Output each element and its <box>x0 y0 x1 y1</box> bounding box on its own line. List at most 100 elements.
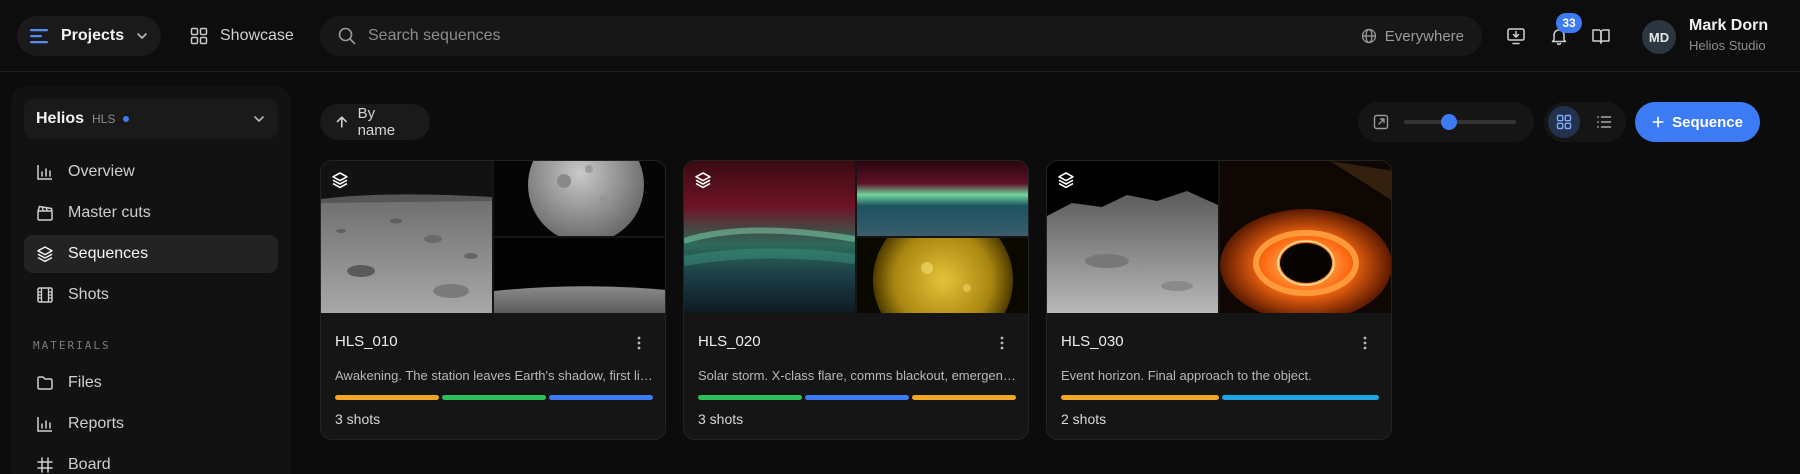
status-bars <box>698 395 1016 400</box>
sidebar-item-sequences[interactable]: Sequences <box>24 235 278 273</box>
view-toggle <box>1544 102 1626 142</box>
card-thumbnails <box>321 161 665 313</box>
card-thumbnails <box>684 161 1028 313</box>
notifications-count-badge: 33 <box>1556 13 1582 33</box>
grid-view-button[interactable] <box>1548 106 1580 138</box>
shot-count: 2 shots <box>1061 411 1107 427</box>
card-description: Event horizon. Final approach to the obj… <box>1061 368 1312 383</box>
layers-icon <box>332 172 348 189</box>
sidebar-item-shots[interactable]: Shots <box>24 276 278 314</box>
list-icon <box>1597 116 1612 128</box>
globe-icon <box>1361 28 1376 44</box>
search-scope-label: Everywhere <box>1384 27 1464 45</box>
shot-count: 3 shots <box>335 411 381 427</box>
list-view-button[interactable] <box>1588 106 1620 138</box>
chevron-down-icon <box>254 116 264 122</box>
sidebar-item-overview[interactable]: Overview <box>24 153 278 191</box>
user-org: Helios Studio <box>1689 38 1766 53</box>
zoom-slider-track[interactable] <box>1404 120 1516 124</box>
card-title: HLS_030 <box>1061 333 1124 350</box>
top-bar: Projects Showcase Everywhere <box>0 0 1800 72</box>
hash-icon <box>37 457 53 473</box>
project-selector[interactable]: Helios HLS <box>24 99 278 139</box>
layers-icon <box>37 246 53 263</box>
more-vertical-icon <box>1000 336 1004 350</box>
more-vertical-icon <box>637 336 641 350</box>
sidebar-item-files[interactable]: Files <box>24 364 278 402</box>
sidebar-item-reports[interactable]: Reports <box>24 405 278 443</box>
card-thumbnails <box>1047 161 1391 313</box>
status-bar-segment <box>912 395 1016 400</box>
search-bar: Everywhere <box>320 16 1482 56</box>
card-menu-button[interactable] <box>629 333 649 353</box>
sidebar-item-label: Overview <box>68 163 135 180</box>
sort-label: By name <box>357 105 396 139</box>
status-bar-segment <box>805 395 909 400</box>
avatar[interactable]: MD <box>1642 20 1676 54</box>
download-monitor-icon <box>1507 28 1525 45</box>
book-open-icon <box>1592 29 1610 44</box>
thumbnail-moon <box>494 161 665 236</box>
chevron-down-icon <box>137 33 147 39</box>
status-bar-segment <box>1061 395 1219 400</box>
user-name: Mark Dorn <box>1689 17 1769 34</box>
external-link-icon[interactable] <box>1372 113 1390 131</box>
grid-icon <box>190 27 208 45</box>
section-label-materials: MATERIALS <box>33 339 111 352</box>
sidebar-item-label: Sequences <box>68 245 149 262</box>
showcase-button[interactable]: Showcase <box>184 16 300 56</box>
projects-label: Projects <box>61 27 125 44</box>
sequence-card[interactable]: HLS_020 Solar storm. X-class flare, comm… <box>683 160 1029 440</box>
card-title: HLS_020 <box>698 333 761 350</box>
sidebar-item-label: Board <box>68 456 111 473</box>
zoom-slider-thumb[interactable] <box>1440 114 1457 130</box>
sidebar-item-master-cuts[interactable]: Master cuts <box>24 194 278 232</box>
card-description: Awakening. The station leaves Earth's sh… <box>335 368 653 383</box>
project-code: HLS <box>92 112 116 126</box>
thumbnail-aurora-horizon <box>857 161 1028 236</box>
showcase-label: Showcase <box>220 27 294 44</box>
status-bar-segment <box>1221 395 1379 400</box>
status-bar-segment <box>335 395 439 400</box>
status-bars <box>335 395 653 400</box>
sidebar-item-label: Files <box>68 374 102 391</box>
clapperboard-icon <box>37 205 53 221</box>
thumbnail-sun <box>857 238 1028 313</box>
thumbnail-black-hole <box>1220 161 1391 313</box>
download-button[interactable] <box>1500 20 1532 52</box>
new-sequence-button[interactable]: Sequence <box>1635 102 1760 142</box>
card-title: HLS_010 <box>335 333 398 350</box>
project-name: Helios <box>36 110 85 127</box>
status-bar-segment <box>549 395 653 400</box>
film-icon <box>37 287 53 303</box>
search-icon <box>338 27 356 45</box>
new-sequence-label: Sequence <box>1672 113 1743 131</box>
bar-chart-icon <box>37 165 52 180</box>
sort-button[interactable]: By name <box>320 104 430 140</box>
sequence-card[interactable]: HLS_030 Event horizon. Final approach to… <box>1046 160 1392 440</box>
card-description: Solar storm. X-class flare, comms blacko… <box>698 368 1016 383</box>
arrow-up-icon <box>336 116 347 128</box>
sidebar-item-board[interactable]: Board <box>24 446 278 474</box>
sidebar-item-label: Reports <box>68 415 125 432</box>
status-bars <box>1061 395 1379 400</box>
sidebar: Helios HLS Overview Master cuts Sequence… <box>11 86 291 474</box>
bar-chart-icon <box>37 417 52 432</box>
sequence-card[interactable]: HLS_010 Awakening. The station leaves Ea… <box>320 160 666 440</box>
more-vertical-icon <box>1363 336 1367 350</box>
search-input[interactable] <box>368 27 1268 45</box>
projects-menu-button[interactable]: Projects <box>17 16 161 56</box>
card-menu-button[interactable] <box>1355 333 1375 353</box>
sidebar-item-label: Shots <box>68 286 109 303</box>
shot-count: 3 shots <box>698 411 744 427</box>
search-scope-button[interactable]: Everywhere <box>1361 28 1464 45</box>
zoom-control <box>1358 102 1534 142</box>
grid-icon <box>1556 114 1572 130</box>
status-bar-segment <box>442 395 546 400</box>
card-menu-button[interactable] <box>992 333 1012 353</box>
docs-button[interactable] <box>1585 20 1617 52</box>
plus-icon <box>1652 116 1664 128</box>
layers-icon <box>1058 172 1074 189</box>
status-bar-segment <box>698 395 802 400</box>
sidebar-item-label: Master cuts <box>68 204 151 221</box>
